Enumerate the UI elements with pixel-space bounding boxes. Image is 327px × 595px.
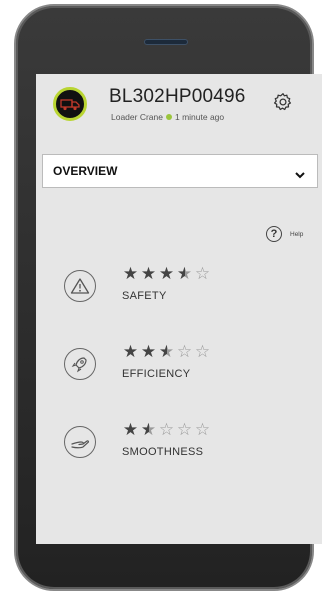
star-full-icon: ★ [122,420,140,439]
device-header: BL302HP00496 Loader Crane 1 minute ago [36,74,322,144]
device-id: BL302HP00496 [109,86,246,107]
warning-triangle-icon [64,270,96,302]
star-full-icon: ★ [158,264,176,283]
star-half-icon: ★ [176,264,194,283]
safety-rating-stars: ★ ★ ★ ★ ☆ [122,264,212,284]
device-subtitle: Loader Crane 1 minute ago [111,112,224,122]
metric-safety: ★ ★ ★ ★ ☆ SAFETY [64,264,304,324]
star-empty-icon: ☆ [194,264,212,283]
star-empty-icon: ☆ [176,420,194,439]
device-type: Loader Crane [111,112,163,122]
view-select[interactable]: OVERVIEW [42,154,318,188]
star-empty-icon: ☆ [158,420,176,439]
star-full-icon: ★ [122,342,140,361]
last-update: 1 minute ago [174,112,225,122]
star-full-icon: ★ [140,264,158,283]
settings-gear-icon[interactable] [272,91,294,113]
phone-frame: BL302HP00496 Loader Crane 1 minute ago O… [14,4,322,591]
rocket-icon [64,348,96,380]
hand-icon [64,426,96,458]
help-label: Help [290,230,304,238]
star-half-icon: ★ [158,342,176,361]
metric-efficiency: ★ ★ ★ ☆ ☆ EFFICIENCY [64,342,304,402]
smoothness-rating-stars: ★ ★ ☆ ☆ ☆ [122,420,212,440]
star-full-icon: ★ [122,264,140,283]
help-link[interactable]: ? Help [266,226,303,242]
chevron-down-icon [295,166,305,184]
star-empty-icon: ☆ [194,342,212,361]
metric-smoothness: ★ ★ ☆ ☆ ☆ SMOOTHNESS [64,420,304,480]
device-avatar [53,87,87,121]
metric-label-smoothness: SMOOTHNESS [122,446,204,458]
star-empty-icon: ☆ [194,420,212,439]
help-icon: ? [266,226,282,242]
online-status-dot [165,114,172,120]
earpiece-speaker [144,39,188,45]
metric-label-efficiency: EFFICIENCY [122,368,191,380]
efficiency-rating-stars: ★ ★ ★ ☆ ☆ [122,342,212,362]
metric-label-safety: SAFETY [122,290,167,302]
view-select-value: OVERVIEW [53,164,118,178]
star-half-icon: ★ [140,420,158,439]
star-full-icon: ★ [140,342,158,361]
star-empty-icon: ☆ [176,342,194,361]
app-screen: BL302HP00496 Loader Crane 1 minute ago O… [36,74,322,544]
truck-icon [60,99,80,111]
phone-bottom-bezel [16,549,312,565]
